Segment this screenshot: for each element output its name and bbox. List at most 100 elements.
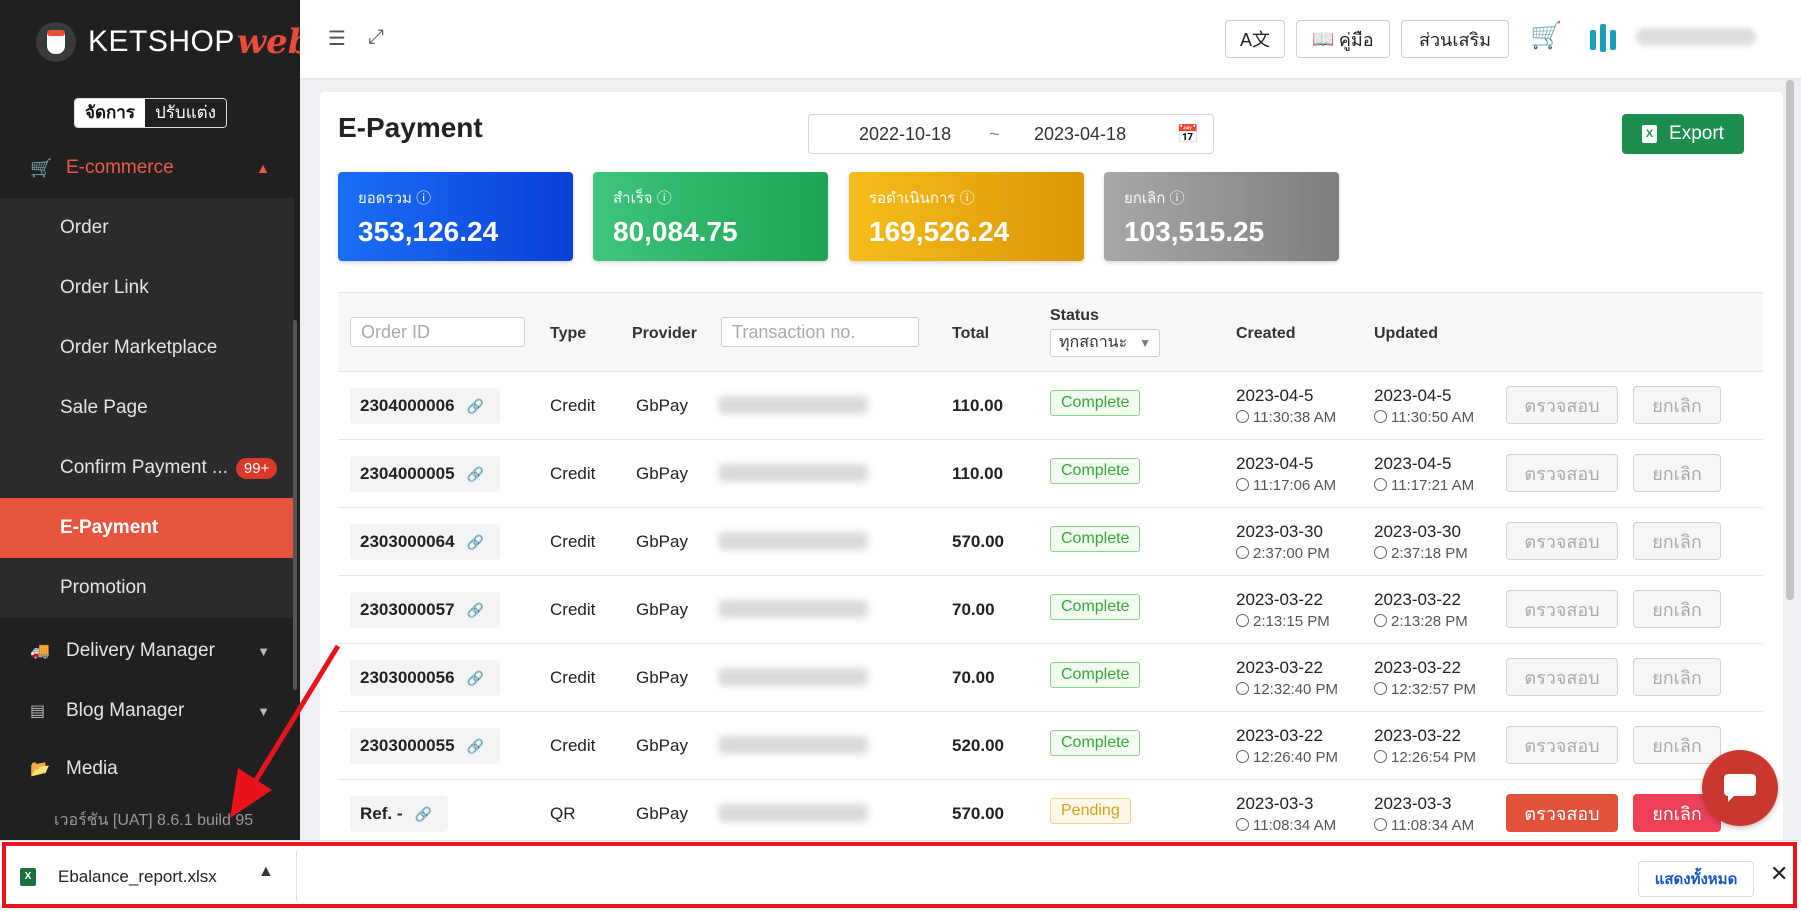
cancel-button[interactable]: ยกเลิก — [1633, 522, 1721, 560]
provider-cell: GbPay — [636, 804, 688, 823]
provider-cell: GbPay — [636, 464, 688, 483]
date-range-picker[interactable]: 2022-10-18 ~ 2023-04-18 📅 — [808, 114, 1214, 154]
order-id: 2303000057 — [360, 600, 455, 619]
type-cell: QR — [550, 804, 576, 823]
provider-cell: GbPay — [636, 736, 688, 755]
link-icon[interactable]: 🔗 — [467, 670, 484, 687]
provider-cell: GbPay — [636, 396, 688, 415]
manual-button[interactable]: 📖 คู่มือ — [1296, 20, 1390, 58]
check-button[interactable]: ตรวจสอบ — [1506, 590, 1618, 628]
link-icon[interactable]: 🔗 — [415, 806, 432, 823]
created-date: 2023-03-22 — [1236, 658, 1323, 677]
order-id-cell[interactable]: 2304000006 🔗 — [350, 388, 500, 424]
mode-manage-button[interactable]: จัดการ — [75, 99, 145, 127]
created-date: 2023-03-30 — [1236, 522, 1323, 541]
sidebar-item-order[interactable]: Order — [0, 198, 294, 258]
order-id-cell[interactable]: Ref. - 🔗 — [350, 796, 448, 832]
link-icon[interactable]: 🔗 — [467, 738, 484, 755]
sidebar-item-label: Order Link — [60, 277, 149, 298]
download-item[interactable]: X Ebalance_report.xlsx — [20, 859, 217, 895]
user-avatar[interactable] — [1590, 24, 1624, 54]
cancel-button[interactable]: ยกเลิก — [1633, 658, 1721, 696]
clock-icon — [1374, 478, 1387, 491]
col-total: Total — [952, 325, 990, 342]
provider-cell: GbPay — [636, 600, 688, 619]
excel-file-icon: X — [20, 868, 36, 886]
link-icon[interactable]: 🔗 — [467, 534, 484, 551]
status-badge: Complete — [1050, 526, 1141, 552]
close-icon[interactable]: ✕ — [1770, 861, 1788, 887]
info-icon: ⓘ — [1169, 190, 1185, 207]
cancel-button[interactable]: ยกเลิก — [1633, 726, 1721, 764]
cancel-button[interactable]: ยกเลิก — [1633, 590, 1721, 628]
updated-cell: 2023-03-22 12:32:57 PM — [1374, 658, 1476, 698]
created-cell: 2023-03-22 12:32:40 PM — [1236, 658, 1338, 698]
fullscreen-icon[interactable]: ⤢ — [368, 26, 384, 49]
addon-button[interactable]: ส่วนเสริม — [1401, 20, 1509, 58]
updated-date: 2023-03-22 — [1374, 590, 1461, 609]
sidebar-scrollbar[interactable] — [293, 320, 297, 690]
sidebar-item-e-payment[interactable]: E-Payment — [0, 498, 294, 558]
table-row: 2304000005 🔗 Credit GbPay 110.00 Complete… — [338, 440, 1763, 508]
order-id-cell[interactable]: 2303000057 🔗 — [350, 592, 500, 628]
payments-table: Type Provider Total Status ทุกสถานะ ▼ Cr… — [338, 292, 1763, 848]
order-id: 2303000055 — [360, 736, 455, 755]
check-button[interactable]: ตรวจสอบ — [1506, 386, 1618, 424]
link-icon[interactable]: 🔗 — [467, 398, 484, 415]
updated-cell: 2023-03-3 11:08:34 AM — [1374, 794, 1474, 834]
updated-time: 2:37:18 PM — [1391, 545, 1468, 562]
status-filter-select[interactable]: ทุกสถานะ ▼ — [1050, 329, 1160, 357]
chevron-up-icon[interactable]: ▲ — [258, 863, 274, 881]
collapse-menu-icon[interactable]: ☰ — [328, 26, 346, 51]
order-id-cell[interactable]: 2303000055 🔗 — [350, 728, 500, 764]
order-id-cell[interactable]: 2304000005 🔗 — [350, 456, 500, 492]
check-button[interactable]: ตรวจสอบ — [1506, 454, 1618, 492]
link-icon[interactable]: 🔗 — [467, 602, 484, 619]
check-button[interactable]: ตรวจสอบ — [1506, 658, 1618, 696]
transaction-cell-blurred — [718, 600, 868, 618]
page-scrollbar[interactable] — [1786, 80, 1794, 600]
stat-label: รอดำเนินการ — [869, 190, 956, 207]
sidebar-item-sale-page[interactable]: Sale Page — [0, 378, 294, 438]
order-id-cell[interactable]: 2303000064 🔗 — [350, 524, 500, 560]
sidebar-item-order-marketplace[interactable]: Order Marketplace — [0, 318, 294, 378]
link-icon[interactable]: 🔗 — [467, 466, 484, 483]
show-all-downloads-button[interactable]: แสดงทั้งหมด — [1638, 861, 1754, 897]
created-cell: 2023-04-5 11:17:06 AM — [1236, 454, 1336, 494]
export-button[interactable]: X Export — [1622, 114, 1744, 154]
created-date: 2023-03-22 — [1236, 590, 1323, 609]
order-id-cell[interactable]: 2303000056 🔗 — [350, 660, 500, 696]
total-cell: 70.00 — [952, 668, 995, 687]
cancel-button[interactable]: ยกเลิก — [1633, 386, 1721, 424]
order-id: 2304000005 — [360, 464, 455, 483]
updated-cell: 2023-03-22 2:13:28 PM — [1374, 590, 1468, 630]
transaction-filter[interactable] — [721, 317, 919, 347]
order-id-filter[interactable] — [350, 317, 525, 347]
cancel-button[interactable]: ยกเลิก — [1633, 454, 1721, 492]
check-button[interactable]: ตรวจสอบ — [1506, 794, 1618, 832]
check-button[interactable]: ตรวจสอบ — [1506, 522, 1618, 560]
chat-button[interactable] — [1702, 750, 1778, 826]
page-title: E-Payment — [338, 112, 483, 143]
sidebar-item-label: Order Marketplace — [60, 337, 218, 358]
created-date: 2023-03-22 — [1236, 726, 1323, 745]
chevron-down-icon: ▼ — [1139, 336, 1151, 350]
translate-button[interactable]: A文 — [1225, 20, 1285, 58]
total-cell: 570.00 — [952, 532, 1004, 551]
user-name-blurred[interactable] — [1636, 28, 1756, 46]
clock-icon — [1374, 410, 1387, 423]
type-cell: Credit — [550, 736, 596, 755]
created-time: 11:30:38 AM — [1253, 409, 1337, 426]
mode-customize-button[interactable]: ปรับแต่ง — [144, 99, 226, 127]
book-icon: 📖 — [1312, 28, 1335, 49]
sidebar-item-confirm-payment[interactable]: Confirm Payment ... 99+ — [0, 438, 294, 498]
sidebar-section-ecommerce[interactable]: 🛒 E-commerce ▲ — [0, 146, 300, 190]
sidebar-item-promotion[interactable]: Promotion — [0, 558, 294, 618]
cart-icon[interactable]: 🛒 — [1530, 20, 1562, 51]
sidebar-item-order-link[interactable]: Order Link — [0, 258, 294, 318]
app-logo[interactable]: KETSHOP web — [36, 16, 300, 68]
status-badge: Complete — [1050, 730, 1141, 756]
order-id: 2304000006 — [360, 396, 455, 415]
check-button[interactable]: ตรวจสอบ — [1506, 726, 1618, 764]
table-row: 2303000064 🔗 Credit GbPay 570.00 Complete… — [338, 508, 1763, 576]
